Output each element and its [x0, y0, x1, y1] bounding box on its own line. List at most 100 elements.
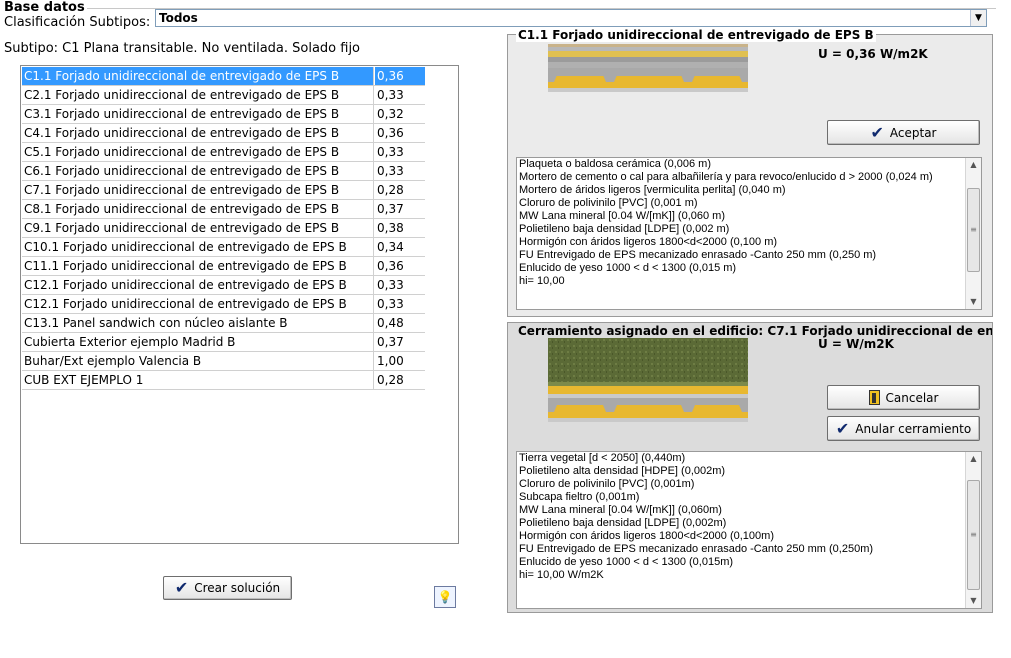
solution-u-value: 0,33: [377, 145, 404, 159]
assigned-u-value: U = W/m2K: [818, 337, 894, 351]
list-item[interactable]: C13.1 Panel sandwich con núcleo aislante…: [22, 314, 425, 333]
solution-name: C5.1 Forjado unidireccional de entreviga…: [22, 143, 374, 161]
scroll-up-icon[interactable]: ▲: [966, 158, 981, 172]
list-item[interactable]: C12.1 Forjado unidireccional de entrevig…: [22, 295, 425, 314]
solution-u-value: 0,36: [375, 67, 425, 85]
solution-u-value: 0,33: [377, 164, 404, 178]
solution-name: C6.1 Forjado unidireccional de entreviga…: [22, 162, 374, 180]
layer-item: Mortero de áridos ligeros [vermiculita p…: [519, 184, 786, 196]
solution-name: CUB EXT EJEMPLO 1: [22, 371, 374, 389]
assigned-enclosure-panel: Cerramiento asignado en el edificio: C7.…: [507, 322, 993, 613]
solution-u-value: 0,34: [377, 240, 404, 254]
solution-name: C12.1 Forjado unidireccional de entrevig…: [22, 276, 374, 294]
layer-item: MW Lana mineral [0.04 W/[mK]] (0,060m): [519, 504, 722, 516]
accept-button[interactable]: ✔ Aceptar: [827, 120, 980, 145]
assigned-layers-list[interactable]: Tierra vegetal [d < 2050] (0,440m) Polie…: [516, 451, 982, 609]
solutions-list[interactable]: C1.1 Forjado unidireccional de entreviga…: [20, 65, 459, 544]
solution-name: C11.1 Forjado unidireccional de entrevig…: [22, 257, 374, 275]
solution-u-value: 1,00: [377, 354, 404, 368]
unassign-enclosure-button[interactable]: ✔ Anular cerramiento: [827, 416, 980, 441]
create-solution-button[interactable]: ✔ Crear solución: [163, 576, 292, 600]
layer-item: Polietileno baja densidad [LDPE] (0,002m…: [519, 517, 727, 529]
list-item[interactable]: C6.1 Forjado unidireccional de entreviga…: [22, 162, 425, 181]
construction-section-image: [548, 44, 748, 92]
solution-name: C9.1 Forjado unidireccional de entreviga…: [22, 219, 374, 237]
solution-name: C8.1 Forjado unidireccional de entreviga…: [22, 200, 374, 218]
solution-u-value: 0,33: [377, 278, 404, 292]
solution-name: C12.1 Forjado unidireccional de entrevig…: [22, 295, 374, 313]
scroll-down-icon[interactable]: ▼: [966, 594, 981, 608]
layer-item: Hormigón con áridos ligeros 1800<d<2000 …: [519, 530, 774, 542]
subtype-filter-select[interactable]: Todos ▼: [155, 9, 987, 27]
list-item[interactable]: C12.1 Forjado unidireccional de entrevig…: [22, 276, 425, 295]
filter-selected-value: Todos: [159, 11, 198, 25]
list-item[interactable]: Buhar/Ext ejemplo Valencia B 1,00: [22, 352, 425, 371]
layers-scrollbar[interactable]: ▲ ≡ ▼: [965, 452, 981, 608]
filter-label: Clasificación Subtipos:: [4, 15, 151, 30]
solution-name: Cubierta Exterior ejemplo Madrid B: [22, 333, 374, 351]
solution-u-value: 0,33: [377, 88, 404, 102]
unassign-label: Anular cerramiento: [855, 421, 972, 436]
layers-scrollbar[interactable]: ▲ ≡ ▼: [965, 158, 981, 309]
scroll-thumb[interactable]: ≡: [967, 480, 980, 590]
scroll-up-icon[interactable]: ▲: [966, 452, 981, 466]
assigned-section-image: [548, 338, 748, 422]
solution-u-value: 0,38: [377, 221, 404, 235]
layer-item: Mortero de cemento o cal para albañilerí…: [519, 171, 933, 183]
layer-item: FU Entrevigado de EPS mecanizado enrasad…: [519, 543, 874, 555]
layer-item: Tierra vegetal [d < 2050] (0,440m): [519, 452, 686, 464]
layer-item: Plaqueta o baldosa cerámica (0,006 m): [519, 158, 711, 170]
list-item[interactable]: C3.1 Forjado unidireccional de entreviga…: [22, 105, 425, 124]
lightbulb-icon[interactable]: 💡: [434, 586, 456, 608]
layer-item: Cloruro de polivinilo [PVC] (0,001m): [519, 478, 695, 490]
solution-name: C3.1 Forjado unidireccional de entreviga…: [22, 105, 374, 123]
layer-item: Subcapa fieltro (0,001m): [519, 491, 640, 503]
solution-u-value: 0,28: [377, 373, 404, 387]
layer-item: hi= 10,00 W/m2K: [519, 569, 604, 581]
solution-u-value: 0,48: [377, 316, 404, 330]
scroll-down-icon[interactable]: ▼: [966, 295, 981, 309]
door-exit-icon: [868, 390, 880, 405]
solution-name: C1.1 Forjado unidireccional de entreviga…: [22, 67, 374, 85]
solution-u-value: 0,32: [377, 107, 404, 121]
cancel-button[interactable]: Cancelar: [827, 385, 980, 410]
list-item[interactable]: C7.1 Forjado unidireccional de entreviga…: [22, 181, 425, 200]
selected-layers-list[interactable]: Plaqueta o baldosa cerámica (0,006 m) Mo…: [516, 157, 982, 310]
list-item[interactable]: C1.1 Forjado unidireccional de entreviga…: [22, 67, 425, 86]
selected-u-value: U = 0,36 W/m2K: [818, 47, 928, 61]
list-item[interactable]: C11.1 Forjado unidireccional de entrevig…: [22, 257, 425, 276]
assigned-enclosure-title: Cerramiento asignado en el edificio: C7.…: [516, 324, 992, 338]
selected-solution-title: C1.1 Forjado unidireccional de entreviga…: [516, 28, 876, 42]
solution-name: C7.1 Forjado unidireccional de entreviga…: [22, 181, 374, 199]
solution-u-value: 0,37: [377, 202, 404, 216]
cancel-label: Cancelar: [885, 390, 939, 405]
scroll-thumb[interactable]: ≡: [967, 188, 980, 272]
layer-item: Polietileno alta densidad [HDPE] (0,002m…: [519, 465, 726, 477]
create-solution-label: Crear solución: [194, 581, 281, 595]
solution-u-value: 0,36: [377, 126, 404, 140]
list-item[interactable]: C9.1 Forjado unidireccional de entreviga…: [22, 219, 425, 238]
checkmark-icon: ✔: [174, 578, 189, 597]
layer-item: Enlucido de yeso 1000 < d < 1300 (0,015 …: [519, 262, 737, 274]
accept-label: Aceptar: [889, 125, 937, 140]
list-item[interactable]: C8.1 Forjado unidireccional de entreviga…: [22, 200, 425, 219]
solution-u-value: 0,33: [377, 297, 404, 311]
list-item[interactable]: C4.1 Forjado unidireccional de entreviga…: [22, 124, 425, 143]
list-item[interactable]: CUB EXT EJEMPLO 1 0,28: [22, 371, 425, 390]
solution-name: Buhar/Ext ejemplo Valencia B: [22, 352, 374, 370]
list-item[interactable]: C2.1 Forjado unidireccional de entreviga…: [22, 86, 425, 105]
list-item[interactable]: C10.1 Forjado unidireccional de entrevig…: [22, 238, 425, 257]
layer-item: FU Entrevigado de EPS mecanizado enrasad…: [519, 249, 877, 261]
list-item[interactable]: C5.1 Forjado unidireccional de entreviga…: [22, 143, 425, 162]
layer-item: MW Lana mineral [0.04 W/[mK]] (0,060 m): [519, 210, 726, 222]
layer-item: Polietileno baja densidad [LDPE] (0,002 …: [519, 223, 730, 235]
solution-name: C13.1 Panel sandwich con núcleo aislante…: [22, 314, 374, 332]
chevron-down-icon[interactable]: ▼: [970, 10, 986, 26]
checkmark-icon: ✔: [870, 122, 884, 142]
solution-u-value: 0,36: [377, 259, 404, 273]
list-item[interactable]: Cubierta Exterior ejemplo Madrid B 0,37: [22, 333, 425, 352]
layer-item: Enlucido de yeso 1000 < d < 1300 (0,015m…: [519, 556, 734, 568]
solution-name: C2.1 Forjado unidireccional de entreviga…: [22, 86, 374, 104]
solution-u-value: 0,37: [377, 335, 404, 349]
group-title: Base datos: [4, 0, 87, 15]
